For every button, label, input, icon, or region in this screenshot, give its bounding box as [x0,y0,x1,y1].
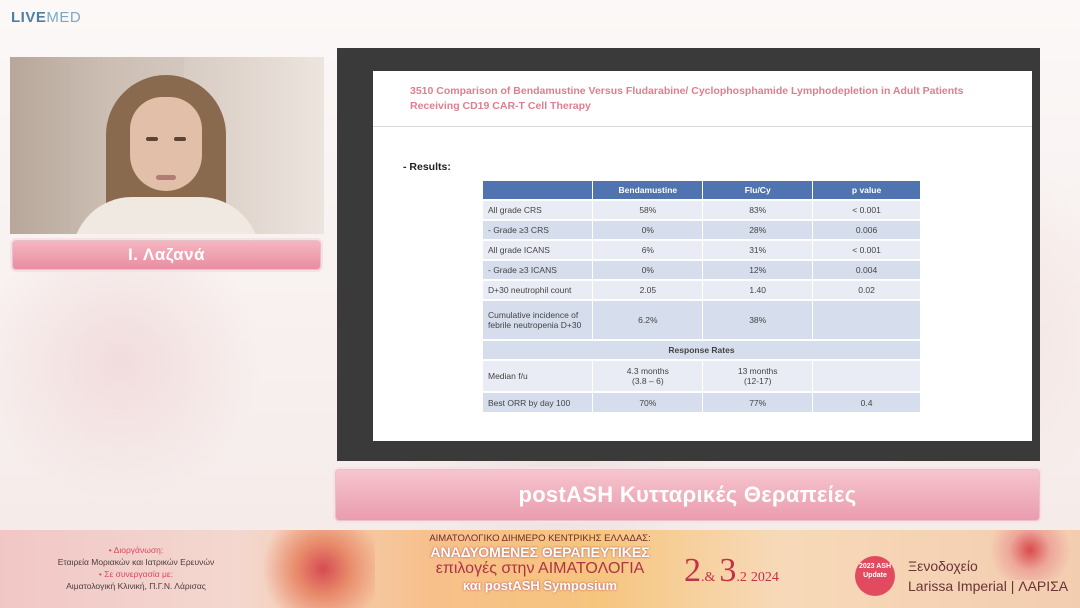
event-title: ΑΙΜΑΤΟΛΟΓΙΚΟ ΔΙΗΜΕΡΟ ΚΕΝΤΡΙΚΗΣ ΕΛΛΑΔΑΣ: … [395,533,685,593]
collaboration-heading: • Σε συνεργασία με: [98,569,174,579]
organizer-info: • Διοργάνωση: Εταιρεία Μοριακών και Ιατρ… [36,544,236,592]
results-label: - Results: [403,161,451,173]
table-cell: 70% [592,391,704,412]
table-cell: 0.4 [812,391,921,412]
table-cell: All grade CRS [483,199,594,220]
table-cell: 4.3 months (3.8 – 6) [592,359,704,392]
table-cell: 83% [702,199,814,220]
table-cell: D+30 neutrophil count [483,279,594,300]
table-row: Median f/u 4.3 months (3.8 – 6) 13 month… [483,359,921,392]
presenter-name: Ι. Λαζανά [127,245,206,264]
organizer-name: Εταιρεία Μοριακών και Ιατρικών Ερευνών [57,557,215,567]
table-header-row: Bendamustine Flu/Cy p value [483,181,921,200]
date-month: .2 [736,570,747,585]
event-title-line4: και postASH Symposium [462,578,618,593]
event-artwork-right [980,530,1080,580]
table-cell: 31% [702,239,814,260]
table-row: Cumulative incidence of febrile neutrope… [483,299,921,340]
table-cell [812,359,921,392]
event-footer: • Διοργάνωση: Εταιρεία Μοριακών και Ιατρ… [0,530,1080,608]
date-amp: .& [701,570,716,585]
table-header-cell: p value [812,181,921,200]
table-cell: 0.004 [812,259,921,280]
table-header-cell: Flu/Cy [702,181,814,200]
table-row: Best ORR by day 100 70% 77% 0.4 [483,391,921,412]
event-artwork-left [245,530,375,608]
table-cell: 58% [592,199,704,220]
table-header-cell: Bendamustine [592,181,704,200]
table-cell: 12% [702,259,814,280]
webcam-eye-right [174,137,186,141]
webcam-mouth [156,175,176,180]
table-section-row: Response Rates [483,339,921,360]
table-cell: Cumulative incidence of febrile neutrope… [483,299,594,340]
table-cell: 38% [702,299,814,340]
table-cell: 6.2% [592,299,704,340]
table-cell: 2.05 [592,279,704,300]
date-year: 2024 [750,570,779,585]
event-title-line2: ΑΝΑΔΥΟΜΕΝΕΣ ΘΕΡΑΠΕΥΤΙΚΕΣ [430,544,650,560]
logo-med: MED [46,9,82,26]
results-table: Bendamustine Flu/Cy p value All grade CR… [483,181,921,412]
table-cell: 1.40 [702,279,814,300]
table-cell: 0.02 [812,279,921,300]
presentation-slide: 3510 Comparison of Bendamustine Versus F… [373,71,1032,441]
logo-live: LIVE [11,9,47,26]
table-row: D+30 neutrophil count 2.05 1.40 0.02 [483,279,921,300]
table-cell: - Grade ≥3 ICANS [483,259,594,280]
slide-title: 3510 Comparison of Bendamustine Versus F… [410,85,964,112]
session-title: postASH Κυτταρικές Θεραπείες [518,482,857,507]
table-header-cell [483,181,594,200]
date-day2: 3 [719,552,737,589]
table-cell: 77% [702,391,814,412]
livemed-logo: LIVEMED [11,9,81,26]
table-cell: 0% [592,219,704,240]
organizer-heading: • Διοργάνωση: [108,545,164,555]
date-day1: 2 [684,552,701,589]
event-dates: 2.& 3.2 2024 [684,552,779,590]
table-row: - Grade ≥3 ICANS 0% 12% 0.004 [483,259,921,280]
collaboration-name: Αιματολογική Κλινική, Π.Γ.Ν. Λάρισας [66,581,206,591]
table-cell: 0% [592,259,704,280]
table-cell: 6% [592,239,704,260]
table-cell: 13 months (12-17) [702,359,814,392]
table-cell: 28% [702,219,814,240]
session-title-banner: postASH Κυτταρικές Θεραπείες [335,469,1040,521]
presenter-webcam [10,57,324,234]
event-title-line1: ΑΙΜΑΤΟΛΟΓΙΚΟ ΔΙΗΜΕΡΟ ΚΕΝΤΡΙΚΗΣ ΕΛΛΑΔΑΣ: [429,533,651,544]
webcam-eye-left [146,137,158,141]
table-cell: < 0.001 [812,199,921,220]
ash-update-badge: 2023 ASH Update [855,556,895,596]
presenter-name-bar: Ι. Λαζανά [12,240,321,270]
table-cell: All grade ICANS [483,239,594,260]
table-row: All grade ICANS 6% 31% < 0.001 [483,239,921,260]
table-cell [812,299,921,340]
table-cell: Median f/u [483,359,594,392]
slide-divider [373,126,1032,127]
event-title-line3: επιλογές στην ΑΙΜΑΤΟΛΟΓΙΑ [435,560,645,577]
table-cell: < 0.001 [812,239,921,260]
table-cell: Best ORR by day 100 [483,391,594,412]
table-cell: - Grade ≥3 CRS [483,219,594,240]
table-cell: 0.006 [812,219,921,240]
table-row: All grade CRS 58% 83% < 0.001 [483,199,921,220]
table-row: - Grade ≥3 CRS 0% 28% 0.006 [483,219,921,240]
section-title: Response Rates [483,339,921,360]
